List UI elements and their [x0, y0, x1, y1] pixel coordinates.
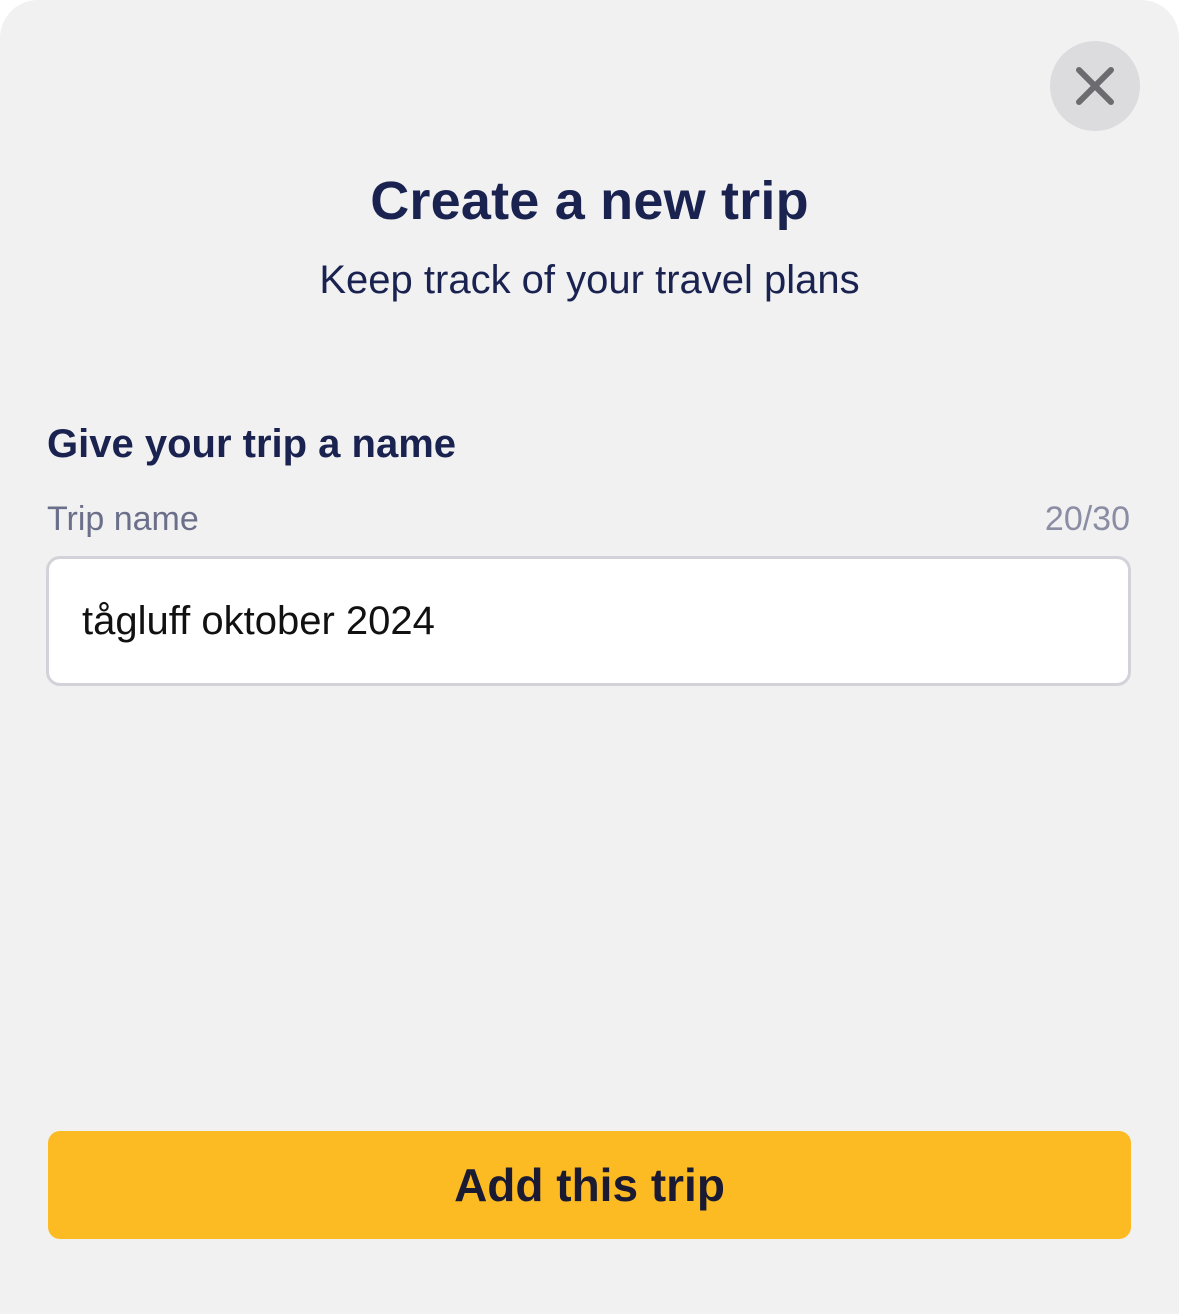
trip-name-value: tågluff oktober 2024 [82, 598, 435, 643]
close-button[interactable] [1050, 41, 1140, 131]
section-heading: Give your trip a name [47, 422, 457, 466]
dialog-subtitle: Keep track of your travel plans [319, 258, 860, 302]
add-trip-button[interactable]: Add this trip [48, 1131, 1131, 1239]
character-counter: 20/30 [1044, 500, 1130, 538]
trip-name-input[interactable]: tågluff oktober 2024 [46, 556, 1131, 686]
dialog-title: Create a new trip [370, 171, 809, 231]
trip-name-label: Trip name [47, 500, 199, 538]
add-trip-button-label: Add this trip [454, 1159, 725, 1211]
create-trip-sheet: Create a new trip Keep track of your tra… [0, 0, 1179, 1314]
close-icon [1075, 66, 1115, 106]
